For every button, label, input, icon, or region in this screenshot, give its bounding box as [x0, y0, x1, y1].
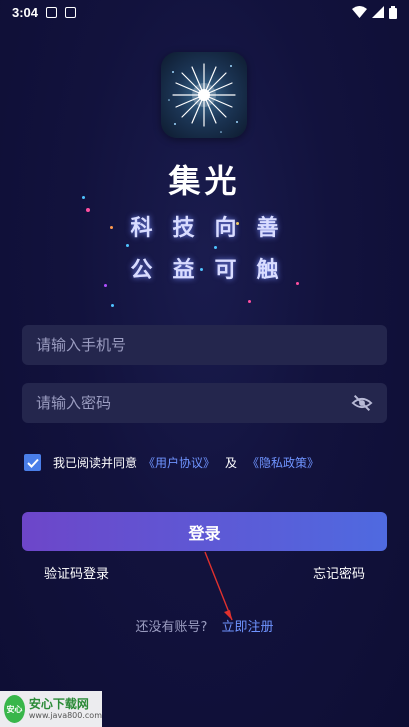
privacy-policy-link[interactable]: 《隐私政策》	[247, 454, 319, 471]
app-logo	[161, 52, 247, 138]
login-button[interactable]: 登录	[22, 512, 387, 551]
password-input-container	[22, 383, 387, 423]
forgot-password-link[interactable]: 忘记密码	[313, 563, 365, 582]
watermark-title: 安心下载网	[28, 697, 89, 711]
wifi-icon	[352, 6, 367, 18]
check-icon	[26, 458, 39, 468]
star-dot	[248, 300, 251, 303]
eye-off-icon[interactable]	[351, 392, 373, 414]
slogan-line-1: 科技向善	[130, 216, 299, 241]
register-row: 还没有账号? 立即注册	[0, 616, 409, 635]
notification-a-icon	[46, 6, 58, 18]
star-dot	[104, 284, 107, 287]
slogan-line-2: 公益可触	[130, 258, 299, 283]
app-name: 集光	[168, 162, 241, 200]
star-dot	[111, 304, 114, 307]
agreement-and-text: 及	[225, 456, 238, 470]
status-bar: 3:04	[0, 0, 409, 24]
no-account-text: 还没有账号?	[135, 620, 208, 635]
notification-card-icon	[65, 6, 77, 18]
signal-icon	[372, 6, 384, 18]
password-input[interactable]	[36, 394, 351, 412]
watermark-url: www.java800.com	[28, 711, 102, 720]
agreement-checkbox[interactable]	[24, 454, 41, 471]
register-link[interactable]: 立即注册	[222, 620, 274, 635]
phone-input-container	[22, 325, 387, 365]
starburst-icon	[168, 63, 238, 133]
watermark-logo-icon: 安心	[4, 695, 25, 723]
agreement-text: 我已阅读并同意	[53, 456, 138, 470]
status-time: 3:04	[12, 4, 39, 20]
watermark: 安心 安心下载网 www.java800.com	[0, 691, 102, 727]
phone-input[interactable]	[36, 336, 373, 354]
user-agreement-link[interactable]: 《用户协议》	[143, 454, 215, 471]
sms-login-link[interactable]: 验证码登录	[44, 563, 109, 582]
star-dot	[214, 246, 217, 249]
battery-icon	[389, 5, 397, 19]
agreement-row: 我已阅读并同意 《用户协议》 及 《隐私政策》	[24, 454, 325, 471]
star-dot	[126, 244, 129, 247]
watermark-badge: 安心	[6, 704, 23, 714]
